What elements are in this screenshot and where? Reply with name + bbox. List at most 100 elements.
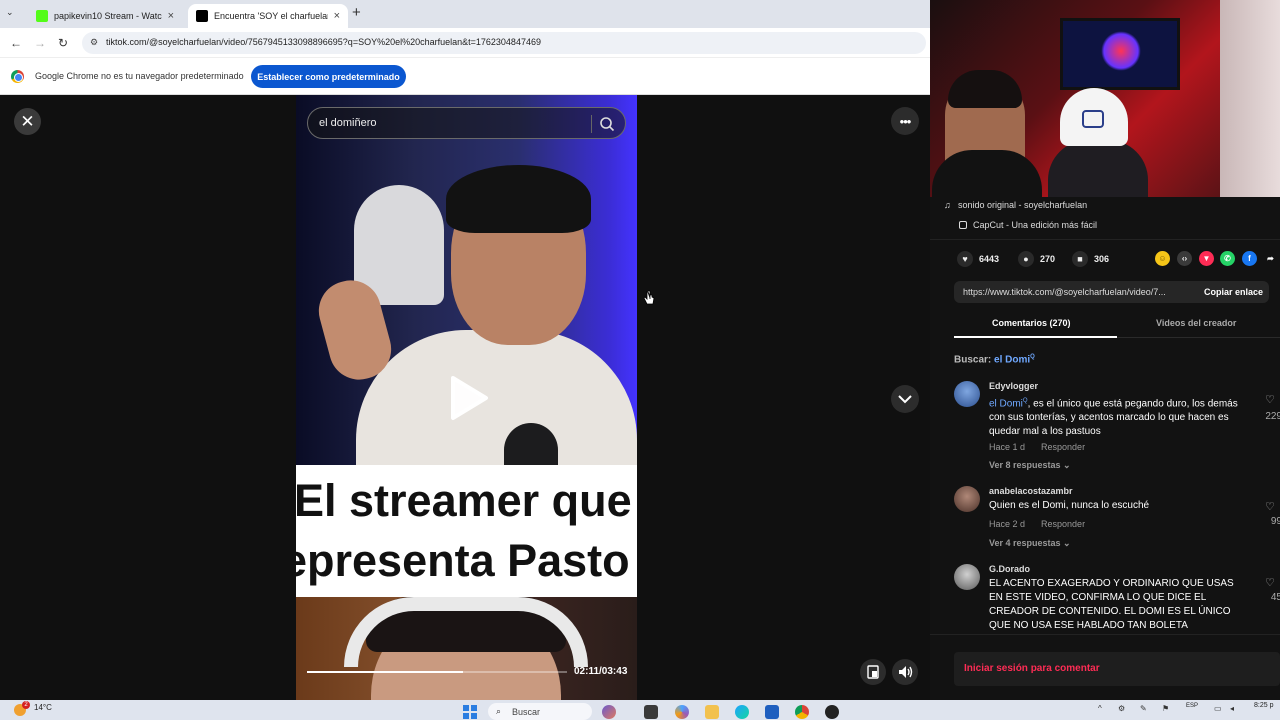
capcut-text: CapCut - Una edición más fácil: [973, 220, 1098, 230]
tab-title: Encuentra 'SOY el charfuelan' e: [214, 11, 328, 21]
app-icon[interactable]: [825, 705, 839, 719]
reload-icon[interactable]: ↻: [58, 36, 68, 50]
whatsapp-icon[interactable]: ✆: [1220, 251, 1235, 266]
clock[interactable]: 8:25 p: [1254, 702, 1273, 709]
tray-chevron-icon[interactable]: ^: [1098, 704, 1102, 713]
forward-arrow-icon[interactable]: →: [34, 36, 46, 50]
chrome-icon[interactable]: [795, 705, 809, 719]
search-input-text: el domiñero: [319, 117, 377, 129]
search-icon[interactable]: [599, 116, 615, 132]
embed-code-icon[interactable]: ‹›: [1177, 251, 1192, 266]
browser-tab-tiktok[interactable]: Encuentra 'SOY el charfuelan' e ×: [188, 4, 348, 28]
reply-button[interactable]: Responder: [1041, 442, 1085, 452]
tray-app-icon[interactable]: ⚑: [1162, 704, 1169, 713]
tray-app-icon[interactable]: ⚙: [1118, 704, 1125, 713]
comment-bubble-icon: ●: [1018, 251, 1034, 267]
login-bar: Iniciar sesión para comentar: [930, 634, 1280, 700]
tab-close-icon[interactable]: ×: [168, 10, 174, 22]
comment-stat[interactable]: ● 270: [1018, 251, 1055, 267]
more-options-icon[interactable]: •••: [891, 107, 919, 135]
tab-creator-videos[interactable]: Videos del creador: [1156, 318, 1236, 328]
save-count: 306: [1094, 254, 1110, 264]
save-stat[interactable]: ■ 306: [1072, 251, 1109, 267]
set-default-button[interactable]: Establecer como predeterminado: [251, 65, 406, 88]
heart-outline-icon[interactable]: ♡: [1265, 393, 1275, 406]
shirt-shape: [356, 330, 637, 470]
comment-username[interactable]: anabelacostazambr: [989, 486, 1073, 496]
streamer-shirt-shape: [932, 150, 1042, 197]
login-to-comment-button[interactable]: Iniciar sesión para comentar: [954, 652, 1280, 686]
guest-body-shape: [1048, 140, 1148, 197]
pip-button[interactable]: [860, 659, 886, 685]
heart-outline-icon[interactable]: ♡: [1265, 576, 1275, 589]
search-input[interactable]: el domiñero: [307, 107, 626, 139]
copilot-icon[interactable]: [675, 705, 689, 719]
like-stat[interactable]: ♥ 6443: [957, 251, 999, 267]
heart-outline-icon[interactable]: ♡: [1265, 500, 1275, 513]
avatar[interactable]: [954, 486, 980, 512]
capcut-link[interactable]: CapCut - Una edición más fácil: [959, 220, 1098, 230]
video-progress-bar[interactable]: [307, 671, 567, 673]
comment-mention[interactable]: el Domi: [989, 398, 1023, 409]
comment-username[interactable]: Edyvlogger: [989, 381, 1038, 391]
chrome-logo-icon: [11, 70, 24, 83]
new-tab-button[interactable]: +: [352, 4, 361, 21]
url-input[interactable]: ⚙ tiktok.com/@soyelcharfuelan/video/7567…: [82, 32, 926, 54]
volume-button[interactable]: [892, 659, 918, 685]
speaker-tray-icon[interactable]: ◂: [1230, 704, 1234, 713]
send-icon[interactable]: ▼: [1199, 251, 1214, 266]
store-icon[interactable]: [765, 705, 779, 719]
search-suggestion[interactable]: Buscar: el DomiQ: [954, 354, 1035, 365]
avatar[interactable]: [954, 381, 980, 407]
tray-app-icon[interactable]: ✎: [1140, 704, 1147, 713]
language-indicator[interactable]: ESP: [1186, 702, 1198, 710]
play-icon[interactable]: [449, 375, 489, 421]
site-info-icon[interactable]: ⚙: [90, 37, 98, 48]
taskbar-search[interactable]: ⌕ Buscar: [488, 703, 592, 720]
tab-comments[interactable]: Comentarios (270): [992, 318, 1071, 328]
cap-logo-icon: [1082, 110, 1104, 128]
facebook-icon[interactable]: f: [1242, 251, 1257, 266]
view-replies-button[interactable]: Ver 4 respuestas ⌄: [989, 538, 1071, 549]
streamer-webcam: [930, 0, 1280, 197]
search-suggestion-sup: Q: [1030, 354, 1035, 360]
progress-fill: [307, 671, 463, 673]
comment-meta: Hace 2 d Responder: [989, 519, 1101, 529]
video-frame-top: [296, 95, 637, 471]
comment-like-count: 229: [1265, 411, 1280, 422]
comment-like-count: 99: [1270, 516, 1280, 527]
music-text: sonido original - soyelcharfuelan: [958, 200, 1088, 210]
bookmark-icon: ■: [1072, 251, 1088, 267]
wifi-icon[interactable]: ▭: [1214, 704, 1222, 713]
windows-start-icon[interactable]: [463, 705, 477, 719]
tab-close-icon[interactable]: ×: [334, 10, 340, 22]
pip-icon: [867, 665, 879, 679]
share-coins-icon[interactable]: ☺: [1155, 251, 1170, 266]
comment-item: Edyvlogger el DomiQ, es el único que est…: [954, 381, 1280, 476]
file-explorer-icon[interactable]: [705, 705, 719, 719]
task-view-icon[interactable]: [644, 705, 658, 719]
avatar[interactable]: [954, 564, 980, 590]
share-arrow-icon[interactable]: ➦: [1263, 251, 1278, 266]
tab-title: papikevin10 Stream - Watch Liv: [54, 11, 162, 21]
search-suggestion-query[interactable]: el Domi: [994, 354, 1030, 365]
copy-link-button[interactable]: Copiar enlace: [1204, 287, 1263, 297]
divider: [930, 239, 1280, 240]
tab-search-icon[interactable]: ⌄: [6, 7, 14, 18]
reply-button[interactable]: Responder: [1041, 519, 1085, 529]
comment-username[interactable]: G.Dorado: [989, 564, 1030, 574]
back-arrow-icon[interactable]: ←: [10, 36, 22, 50]
view-replies-button[interactable]: Ver 8 respuestas ⌄: [989, 460, 1071, 471]
video-viewer: ✕ El streamer que epresenta Pasto el dom…: [0, 95, 930, 700]
video-caption-overlay: El streamer que epresenta Pasto: [296, 465, 637, 597]
video-link-box[interactable]: https://www.tiktok.com/@soyelcharfuelan/…: [954, 281, 1269, 303]
search-icon: ⌕: [496, 706, 502, 716]
video-player[interactable]: El streamer que epresenta Pasto: [296, 95, 637, 700]
browser-tab-kick[interactable]: papikevin10 Stream - Watch Liv ×: [28, 4, 182, 28]
next-video-button[interactable]: [891, 385, 919, 413]
close-icon[interactable]: ✕: [14, 108, 41, 135]
comment-meta: Hace 1 d Responder: [989, 442, 1101, 452]
edge-icon[interactable]: [735, 705, 749, 719]
music-label[interactable]: ♫ sonido original - soyelcharfuelan: [944, 200, 1088, 210]
widget-icon[interactable]: [602, 705, 616, 719]
